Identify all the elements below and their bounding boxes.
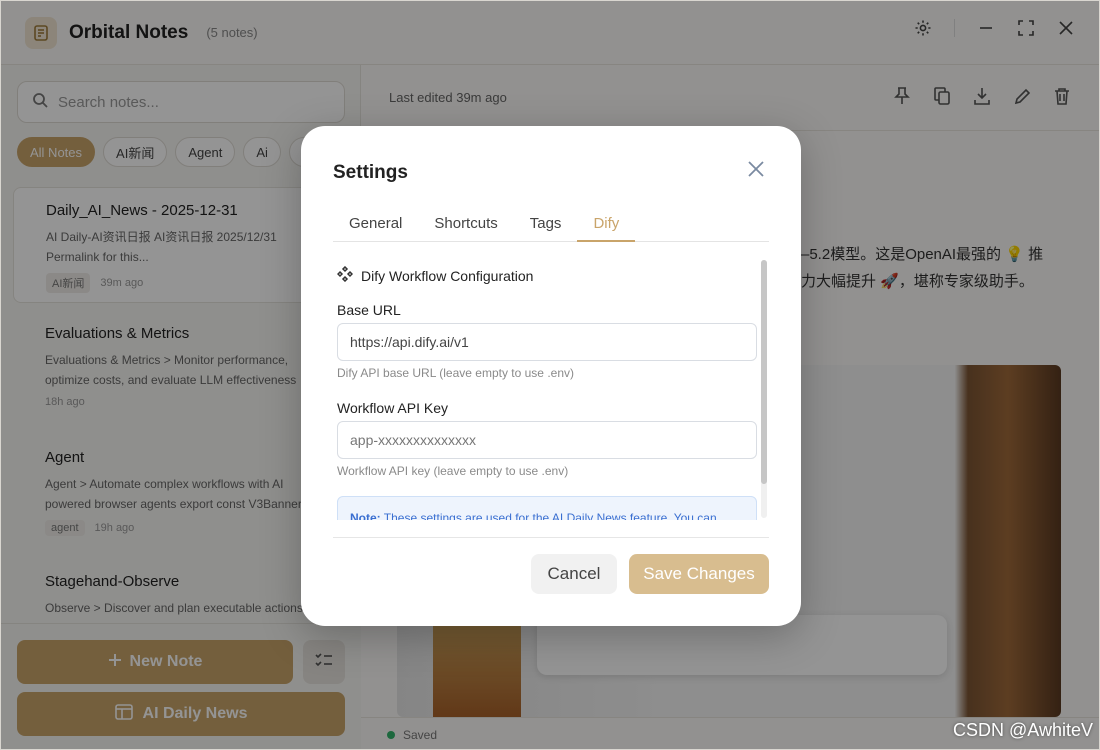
tab-shortcuts[interactable]: Shortcuts: [418, 210, 513, 242]
base-url-field[interactable]: [337, 323, 757, 361]
scrollbar-thumb[interactable]: [761, 260, 767, 484]
base-url-label: Base URL: [337, 302, 401, 318]
watermark-text: CSDN @AwhiteV: [953, 720, 1093, 740]
section-heading: Dify Workflow Configuration: [336, 265, 534, 285]
info-note: Note: These settings are used for the AI…: [337, 496, 757, 520]
tab-dify[interactable]: Dify: [577, 210, 636, 242]
settings-tabs: General Shortcuts Tags Dify: [333, 210, 769, 242]
close-icon[interactable]: [747, 160, 767, 180]
tab-general[interactable]: General: [333, 210, 418, 242]
note-text: These settings are used for the AI Daily…: [383, 511, 717, 520]
tab-tags[interactable]: Tags: [514, 210, 578, 242]
section-title: Dify Workflow Configuration: [361, 267, 534, 284]
save-changes-button[interactable]: Save Changes: [629, 554, 769, 594]
app-window: Orbital Notes (5 notes) A: [0, 0, 1100, 750]
api-key-label: Workflow API Key: [337, 400, 449, 416]
panel-scrollbar[interactable]: [761, 260, 767, 518]
base-url-hint: Dify API base URL (leave empty to use .e…: [337, 366, 574, 380]
workflow-icon: [336, 265, 354, 285]
footer-divider: [333, 537, 769, 538]
api-key-field[interactable]: [337, 421, 757, 459]
settings-title: Settings: [333, 162, 408, 183]
dify-settings-panel: Dify Workflow Configuration Base URL Dif…: [333, 258, 769, 520]
note-label: Note:: [350, 511, 381, 520]
settings-dialog: Settings General Shortcuts Tags Dify Dif…: [301, 126, 801, 626]
api-key-hint: Workflow API key (leave empty to use .en…: [337, 464, 569, 478]
cancel-button[interactable]: Cancel: [531, 554, 617, 594]
